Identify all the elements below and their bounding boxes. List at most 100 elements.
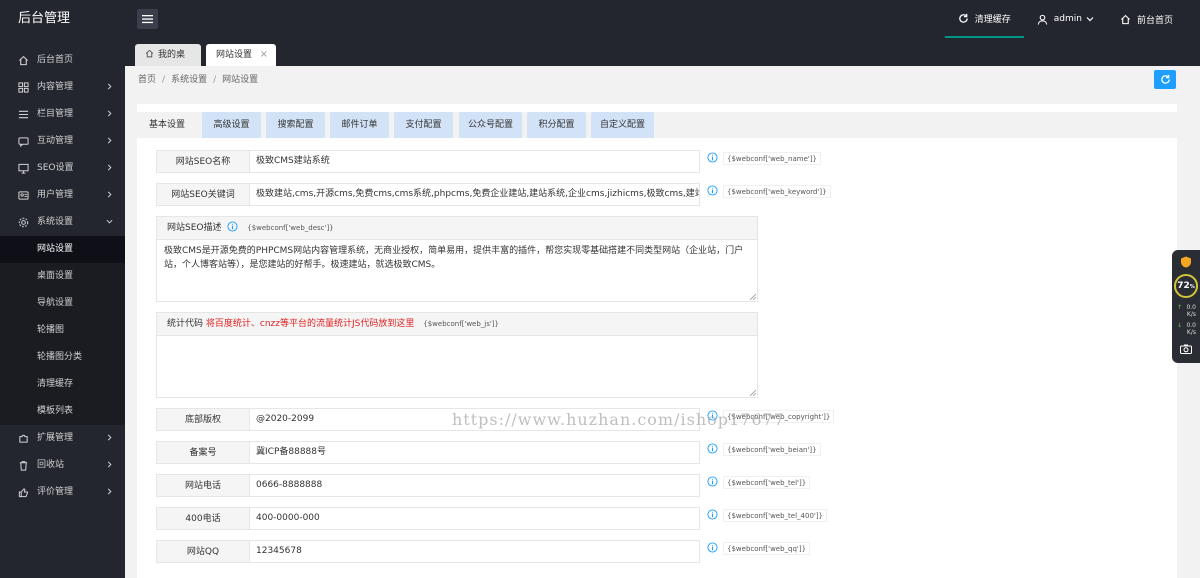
qq-input[interactable]: 12345678 <box>250 540 700 563</box>
beian-input[interactable]: 冀ICP备88888号 <box>250 441 700 464</box>
chevron-right-icon <box>107 83 112 90</box>
users-icon <box>18 191 29 200</box>
tab-wechat-config[interactable]: 公众号配置 <box>459 112 522 138</box>
front-home-link[interactable]: 前台首页 <box>1107 0 1186 38</box>
sidebar-subitem-desktop-settings[interactable]: 桌面设置 <box>0 263 125 290</box>
info-icon <box>227 221 238 232</box>
sidebar-item-seo[interactable]: SEO设置 <box>0 155 125 182</box>
seo-name-input[interactable]: 极致CMS建站系统 <box>250 150 700 173</box>
stats-code-textarea[interactable] <box>157 336 757 397</box>
tab-my-desktop[interactable]: 我的桌面 <box>135 44 201 82</box>
info-icon <box>707 185 718 196</box>
menu-toggle-button[interactable] <box>137 9 158 29</box>
info-icon <box>707 476 718 487</box>
breadcrumb: 首页 / 系统设置 / 网站设置 <box>125 66 1200 94</box>
tab-site-settings[interactable]: 网站设置 × <box>206 44 276 66</box>
sidebar-item-dashboard[interactable]: 后台首页 <box>0 47 125 74</box>
tab-search-config[interactable]: 搜索配置 <box>266 112 325 138</box>
sidebar-item-label: 用户管理 <box>37 190 74 200</box>
close-icon[interactable]: × <box>260 44 268 66</box>
tel-input[interactable]: 0666-8888888 <box>250 474 700 497</box>
sidebar-item-content[interactable]: 内容管理 <box>0 74 125 101</box>
sidebar-subitem-templates[interactable]: 模板列表 <box>0 398 125 425</box>
field-header: 统计代码 将百度统计、cnzz等平台的流量统计JS代码放到这里 {$webcon… <box>157 313 757 336</box>
upload-speed: ↑ 0.0 K/s <box>1175 304 1199 318</box>
chevron-right-icon <box>107 434 112 441</box>
sidebar-subitem-carousel-category[interactable]: 轮播图分类 <box>0 344 125 371</box>
sidebar-subitem-nav-settings[interactable]: 导航设置 <box>0 290 125 317</box>
field-label: 网站SEO描述 <box>167 223 222 233</box>
admin-menu[interactable]: admin <box>1024 0 1107 38</box>
variable-hint: {$webconf['web_name']} <box>723 152 822 165</box>
top-bar: 后台管理 清理缓存 admin 前台首页 <box>0 0 1200 38</box>
variable-hint: {$webconf['web_beian']} <box>723 443 821 456</box>
variable-hint: {$webconf['web_desc']} <box>247 224 334 232</box>
chevron-right-icon <box>107 164 112 171</box>
tab-points-config[interactable]: 积分配置 <box>527 112 586 138</box>
watermark-text: https://www.huzhan.com/ishop17677 <box>452 410 785 429</box>
clear-cache-label: 清理缓存 <box>974 14 1011 25</box>
breadcrumb-separator: / <box>162 75 166 85</box>
sidebar: 后台首页 内容管理 栏目管理 互动管理 SEO设置 用户管理 系统设置 网站设置… <box>0 38 125 578</box>
seo-desc-text: 极致CMS是开源免费的PHPCMS网站内容管理系统，无商业授权，简单易用，提供丰… <box>164 246 744 270</box>
tel-400-input[interactable]: 400-0000-000 <box>250 507 700 530</box>
tab-advanced-settings[interactable]: 高级设置 <box>202 112 261 138</box>
floating-speed-widget[interactable]: 72% ↑ 0.0 K/s ↓ 0.0 K/s <box>1172 250 1200 363</box>
tab-payment-config[interactable]: 支付配置 <box>394 112 453 138</box>
user-icon <box>1037 14 1047 25</box>
sidebar-item-reviews[interactable]: 评价管理 <box>0 479 125 506</box>
field-label: 网站SEO名称 <box>156 150 250 173</box>
sidebar-item-label: 内容管理 <box>37 82 74 92</box>
grid-icon <box>18 82 29 93</box>
tab-basic-settings[interactable]: 基本设置 <box>137 112 197 138</box>
sidebar-item-users[interactable]: 用户管理 <box>0 182 125 209</box>
tab-custom-config[interactable]: 自定义配置 <box>591 112 654 138</box>
variable-hint: {$webconf['web_tel']} <box>723 476 811 489</box>
chevron-down-icon <box>1086 17 1094 22</box>
info-icon <box>707 509 718 520</box>
chevron-right-icon <box>107 488 112 495</box>
camera-icon[interactable] <box>1180 344 1192 354</box>
sidebar-item-label: SEO设置 <box>37 163 74 173</box>
info-icon <box>707 152 718 163</box>
breadcrumb-system[interactable]: 系统设置 <box>171 75 207 85</box>
breadcrumb-home[interactable]: 首页 <box>138 75 156 85</box>
sidebar-item-label: 评价管理 <box>37 487 74 497</box>
sidebar-item-recycle-bin[interactable]: 回收站 <box>0 452 125 479</box>
tab-label: 网站设置 <box>216 50 253 60</box>
sidebar-item-columns[interactable]: 栏目管理 <box>0 101 125 128</box>
sidebar-item-label: 回收站 <box>37 460 65 470</box>
sidebar-item-extensions[interactable]: 扩展管理 <box>0 425 125 452</box>
chevron-down-icon <box>106 219 113 224</box>
thumb-icon <box>18 488 28 498</box>
sidebar-item-label: 栏目管理 <box>37 109 74 119</box>
gear-icon <box>18 217 29 228</box>
resize-handle-icon[interactable] <box>750 390 756 396</box>
field-label: 网站QQ <box>156 540 250 563</box>
resize-handle-icon[interactable] <box>750 294 756 300</box>
download-value: 0.0 <box>1186 322 1196 329</box>
chat-icon <box>18 137 29 147</box>
variable-hint: {$webconf['web_js']} <box>423 320 499 328</box>
info-icon <box>707 443 718 454</box>
score-unit: % <box>1189 284 1195 290</box>
field-header: 网站SEO描述 {$webconf['web_desc']} <box>157 217 757 240</box>
variable-hint: {$webconf['web_qq']} <box>723 542 811 555</box>
clear-cache-button[interactable]: 清理缓存 <box>944 0 1024 38</box>
chevron-right-icon <box>107 110 112 117</box>
refresh-button[interactable] <box>1154 70 1176 89</box>
chevron-right-icon <box>107 461 112 468</box>
sidebar-subitem-site-settings[interactable]: 网站设置 <box>0 236 125 263</box>
sidebar-subitem-carousel[interactable]: 轮播图 <box>0 317 125 344</box>
sidebar-item-interaction[interactable]: 互动管理 <box>0 128 125 155</box>
sidebar-item-system[interactable]: 系统设置 <box>0 209 125 236</box>
seo-desc-textarea[interactable]: 极致CMS是开源免费的PHPCMS网站内容管理系统，无商业授权，简单易用，提供丰… <box>157 240 757 301</box>
tab-mail-order[interactable]: 邮件订单 <box>330 112 389 138</box>
sidebar-subitem-clear-cache[interactable]: 清理缓存 <box>0 371 125 398</box>
seo-keyword-input[interactable]: 极致建站,cms,开源cms,免费cms,cms系统,phpcms,免费企业建站… <box>250 183 700 206</box>
download-speed: ↓ 0.0 K/s <box>1175 322 1199 336</box>
sidebar-item-label: 互动管理 <box>37 136 74 146</box>
variable-hint: {$webconf['web_keyword']} <box>723 185 831 198</box>
sidebar-item-label: 系统设置 <box>37 217 74 227</box>
score-ring: 72% <box>1174 274 1198 298</box>
